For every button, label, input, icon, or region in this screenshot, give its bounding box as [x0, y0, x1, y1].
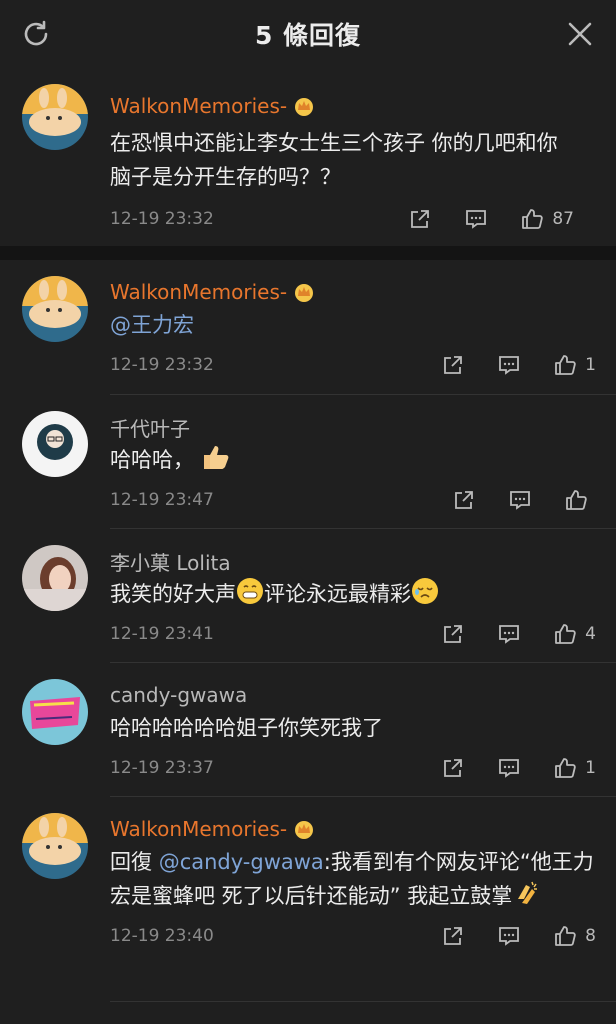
author-name[interactable]: 千代叶子	[110, 413, 190, 442]
share-button[interactable]	[452, 488, 476, 512]
comment-icon	[499, 356, 520, 375]
share-button[interactable]	[441, 924, 465, 948]
avatar[interactable]	[22, 276, 88, 342]
share-icon	[411, 210, 430, 228]
comment-text: 我笑的好大声	[110, 582, 236, 606]
share-icon	[444, 356, 463, 374]
like-count: 87	[552, 209, 574, 229]
page-title: 5 條回復	[254, 21, 362, 50]
crown-icon	[295, 821, 314, 839]
share-button[interactable]	[441, 622, 465, 646]
thumbs-up-icon	[566, 490, 587, 510]
comment-icon	[466, 210, 487, 229]
like-button[interactable]	[564, 488, 596, 512]
share-icon	[444, 759, 463, 777]
grin-emoji	[237, 578, 263, 604]
share-button[interactable]	[441, 353, 465, 377]
timestamp: 12-19 23:32	[110, 209, 214, 229]
like-button[interactable]: 1	[553, 353, 596, 377]
thumbs-up-icon	[555, 926, 576, 946]
comment-text: 哈哈哈哈哈哈姐子你笑死我了	[110, 716, 383, 740]
main-comment: WalkonMemories- 在恐惧中还能让李女士生三个孩子 你的几吧和你脑子…	[0, 68, 616, 246]
comment-icon	[499, 759, 520, 778]
comment-text: 评论永远最精彩	[264, 582, 411, 606]
author-name[interactable]: 李小菓 Lolita	[110, 547, 231, 576]
comment-text: 哈哈哈，	[110, 448, 194, 472]
timestamp: 12-19 23:32	[110, 355, 214, 375]
comment-button[interactable]	[497, 924, 521, 948]
like-count: 1	[585, 758, 596, 778]
timestamp: 12-19 23:47	[110, 490, 214, 510]
avatar[interactable]	[22, 84, 88, 150]
divider	[110, 1001, 616, 1002]
author-name[interactable]: candy-gwawa	[110, 683, 247, 707]
reply-item: 千代叶子 哈哈哈， 12-19 23:47	[0, 395, 616, 529]
refresh-icon[interactable]	[20, 18, 52, 50]
mention-link[interactable]: @candy-gwawa	[159, 850, 324, 874]
timestamp: 12-19 23:37	[110, 758, 214, 778]
thumbs-up-icon	[555, 355, 576, 375]
avatar[interactable]	[22, 545, 88, 611]
like-button[interactable]: 1	[553, 756, 596, 780]
clapping-emoji	[518, 881, 538, 904]
share-icon	[455, 491, 473, 509]
reply-item: WalkonMemories- 回復 @candy-gwawa:我看到有个网友评…	[0, 797, 616, 1002]
like-count: 4	[585, 624, 596, 644]
comment-icon	[510, 491, 530, 510]
timestamp: 12-19 23:41	[110, 624, 214, 644]
reply-prefix: 回復	[110, 850, 152, 874]
crown-icon	[295, 284, 314, 302]
author-name[interactable]: WalkonMemories-	[110, 817, 287, 841]
reply-item: candy-gwawa 哈哈哈哈哈哈姐子你笑死我了 12-19 23:37 1	[0, 663, 616, 797]
comment-icon	[499, 625, 520, 644]
reply-item: WalkonMemories- @王力宏 12-19 23:32 1	[0, 260, 616, 395]
like-button[interactable]: 4	[553, 622, 596, 646]
thumbs-up-icon	[555, 624, 576, 644]
like-count: 1	[585, 355, 596, 375]
thumbs-up-emoji	[203, 446, 229, 469]
author-name[interactable]: WalkonMemories-	[110, 280, 287, 304]
avatar[interactable]	[22, 813, 88, 879]
section-divider	[0, 246, 616, 260]
timestamp: 12-19 23:40	[110, 926, 214, 946]
reply-item: 李小菓 Lolita 我笑的好大声 评论永远最精彩 12-19 23:41 4	[0, 529, 616, 663]
mention-link[interactable]: @王力宏	[110, 313, 194, 337]
tearful-emoji	[412, 578, 438, 604]
share-icon	[444, 625, 463, 643]
share-button[interactable]	[408, 207, 432, 231]
avatar[interactable]	[22, 679, 88, 745]
comment-button[interactable]	[464, 207, 488, 231]
like-button[interactable]: 8	[553, 924, 596, 948]
comment-button[interactable]	[497, 756, 521, 780]
header: 5 條回復	[0, 0, 616, 68]
close-icon[interactable]	[566, 20, 594, 48]
avatar[interactable]	[22, 411, 88, 477]
comment-icon	[499, 927, 520, 946]
comment-button[interactable]	[497, 353, 521, 377]
comment-button[interactable]	[508, 488, 532, 512]
author-name[interactable]: WalkonMemories-	[110, 94, 287, 118]
comment-button[interactable]	[497, 622, 521, 646]
like-count: 8	[585, 926, 596, 946]
thumbs-up-icon	[555, 758, 576, 778]
share-button[interactable]	[441, 756, 465, 780]
like-button[interactable]: 87	[520, 207, 574, 231]
comment-text: 在恐惧中还能让李女士生三个孩子 你的几吧和你脑子是分开生存的吗？？	[110, 131, 558, 189]
crown-icon	[295, 98, 314, 116]
share-icon	[444, 927, 463, 945]
thumbs-up-icon	[522, 209, 544, 229]
